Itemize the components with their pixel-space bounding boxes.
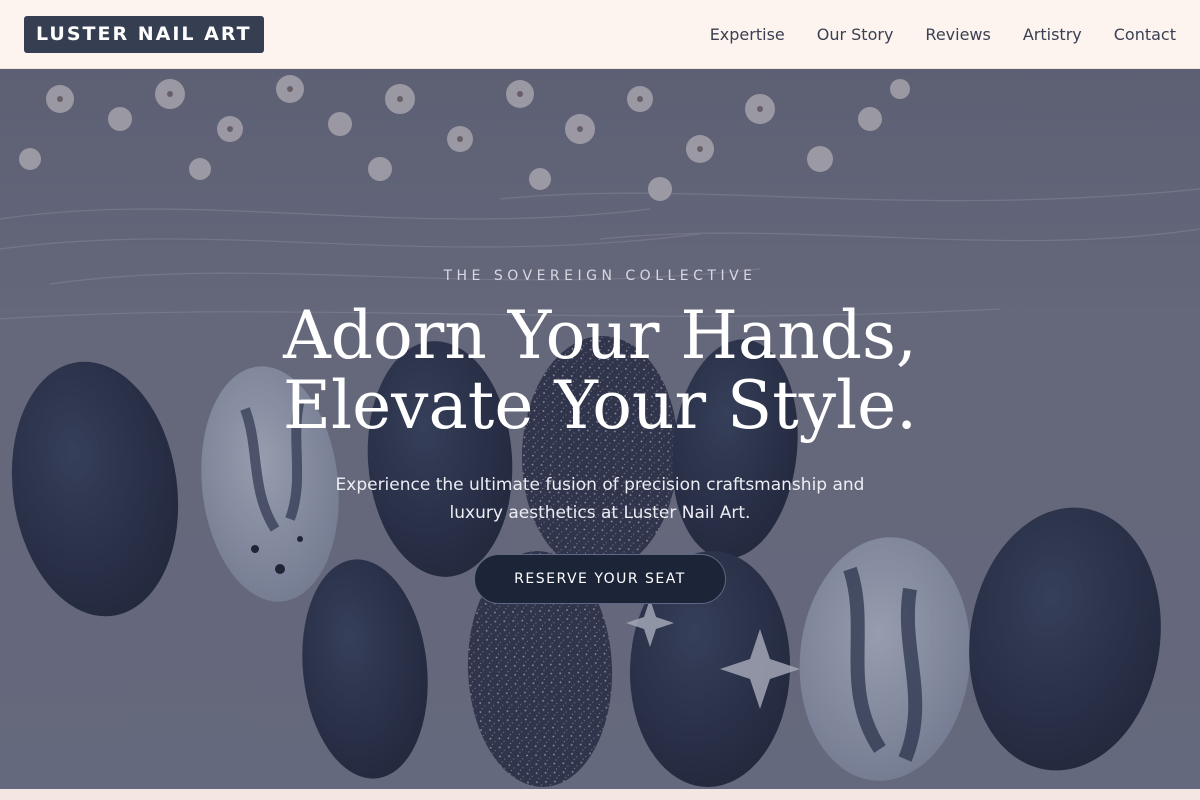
nav-link-reviews[interactable]: Reviews — [925, 25, 990, 44]
headline-line-1: Adorn Your Hands, — [283, 297, 917, 374]
nav-link-contact[interactable]: Contact — [1114, 25, 1176, 44]
logo[interactable]: LUSTER NAIL ART — [24, 15, 264, 53]
reserve-seat-button[interactable]: RESERVE YOUR SEAT — [474, 554, 726, 604]
hero-subtext: Experience the ultimate fusion of precis… — [335, 475, 865, 523]
page-bottom-strip — [0, 789, 1200, 800]
headline-line-2: Elevate Your Style. — [282, 367, 918, 444]
site-header: LUSTER NAIL ART Expertise Our Story Revi… — [0, 0, 1200, 69]
hero-section: THE SOVEREIGN COLLECTIVE Adorn Your Hand… — [0, 69, 1200, 789]
hero-eyebrow: THE SOVEREIGN COLLECTIVE — [443, 268, 757, 284]
nav-link-our-story[interactable]: Our Story — [817, 25, 894, 44]
main-nav: Expertise Our Story Reviews Artistry Con… — [678, 25, 1176, 44]
nav-link-artistry[interactable]: Artistry — [1023, 25, 1082, 44]
hero-content: THE SOVEREIGN COLLECTIVE Adorn Your Hand… — [0, 69, 1200, 789]
nav-link-expertise[interactable]: Expertise — [710, 25, 785, 44]
hero-headline: Adorn Your Hands, Elevate Your Style. — [0, 301, 1200, 441]
